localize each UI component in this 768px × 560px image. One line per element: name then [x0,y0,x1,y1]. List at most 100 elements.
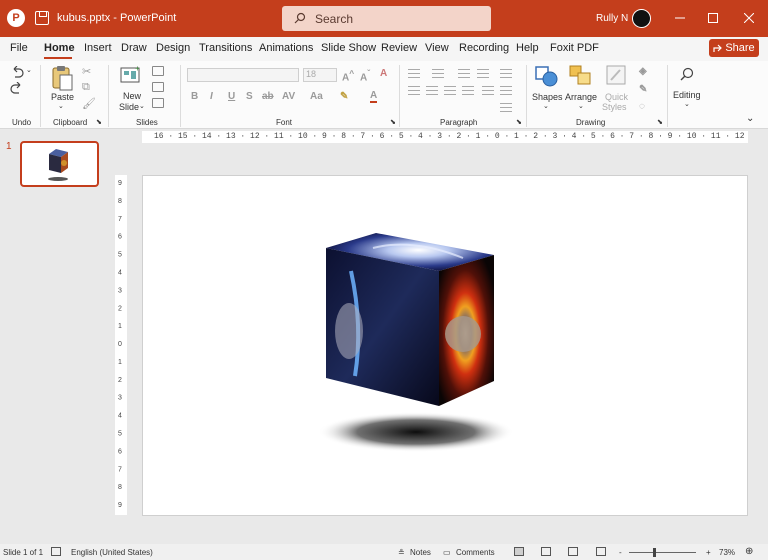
normal-view-icon[interactable] [514,547,524,556]
numbering-icon[interactable] [432,69,444,78]
shapes-icon[interactable] [535,65,559,87]
language-indicator[interactable]: English (United States) [71,548,153,557]
align-right-icon[interactable] [444,86,456,95]
zoom-out-button[interactable]: - [619,548,622,557]
redo-icon[interactable] [10,82,24,94]
underline-button[interactable]: U [228,91,235,102]
collapse-ribbon-icon[interactable]: ⌄ [746,113,754,124]
shrink-font-icon[interactable]: Aˇ [360,68,370,83]
tab-insert[interactable]: Insert [84,42,112,54]
slide-show-icon[interactable] [596,547,606,556]
change-case-button[interactable]: Aa [310,91,323,102]
drawing-launcher-icon[interactable]: ⬊ [657,118,663,126]
increase-indent-icon[interactable] [477,69,489,78]
avatar[interactable] [632,9,651,28]
notes-button[interactable]: Notes [410,548,431,557]
undo-dropdown-icon[interactable]: ⌄ [26,66,32,74]
vertical-ruler[interactable]: 9876543210123456789 [115,175,127,515]
new-slide-label-2[interactable]: Slide [119,102,139,112]
undo-icon[interactable] [10,66,24,78]
tab-view[interactable]: View [425,42,449,54]
format-painter-icon[interactable]: 🖌 [82,97,96,110]
maximize-icon[interactable] [705,10,721,26]
section-icon[interactable] [152,98,164,108]
tab-home[interactable]: Home [44,42,75,54]
tab-review[interactable]: Review [381,42,417,54]
quick-styles-label-2[interactable]: Styles [602,102,627,112]
tab-animations[interactable]: Animations [259,42,313,54]
reading-view-icon[interactable] [568,547,578,556]
tab-file[interactable]: File [10,42,28,54]
tab-draw[interactable]: Draw [121,42,147,54]
shadow-button[interactable]: S [246,91,253,102]
comments-button[interactable]: Comments [456,548,495,557]
tab-slide-show[interactable]: Slide Show [321,42,376,54]
justify-icon[interactable] [462,86,474,95]
arrange-label[interactable]: Arrange [565,92,597,102]
font-launcher-icon[interactable]: ⬊ [390,118,396,126]
slide-thumbnail[interactable] [20,141,99,187]
tab-recording[interactable]: Recording [459,42,509,54]
zoom-slider-thumb[interactable] [653,548,656,557]
zoom-in-button[interactable]: + [706,548,711,557]
paste-dropdown-icon[interactable]: ⌄ [58,102,64,110]
smartart-icon[interactable] [500,103,512,112]
quick-styles-label[interactable]: Quick [605,92,628,102]
save-icon[interactable] [35,11,49,25]
user-name[interactable]: Rully N [596,13,628,24]
font-size-input[interactable]: 18 [303,68,337,82]
layout-icon[interactable] [152,66,164,76]
paste-label[interactable]: Paste [51,92,74,102]
grow-font-icon[interactable]: A^ [342,68,354,83]
slide-info[interactable]: Slide 1 of 1 [3,548,43,557]
find-icon[interactable] [680,67,694,81]
columns-icon[interactable] [482,86,494,95]
accessibility-icon[interactable] [51,547,61,556]
shape-fill-icon[interactable]: ◈ [639,66,647,77]
highlight-icon[interactable]: ✎ [340,91,348,102]
shapes-label[interactable]: Shapes [532,92,563,102]
editing-dropdown-icon[interactable]: ⌄ [684,100,690,108]
close-icon[interactable] [741,10,757,26]
paste-icon[interactable] [51,65,73,91]
italic-button[interactable]: I [210,91,213,102]
font-name-input[interactable] [187,68,299,82]
horizontal-ruler[interactable]: 16 · 15 · 14 · 13 · 12 · 11 · 10 · 9 · 8… [142,131,748,143]
shape-effects-icon[interactable]: ◌ [639,101,645,112]
line-spacing-icon[interactable] [500,69,512,78]
new-slide-dropdown-icon[interactable]: ⌄ [139,102,145,110]
tab-transitions[interactable]: Transitions [199,42,252,54]
slide-canvas[interactable] [142,175,748,516]
tab-design[interactable]: Design [156,42,190,54]
clipboard-launcher-icon[interactable]: ⬊ [96,118,102,126]
strikethrough-button[interactable]: ab [262,91,274,102]
font-color-icon[interactable]: A [370,91,377,103]
align-left-icon[interactable] [408,86,420,95]
zoom-slider[interactable] [629,552,696,553]
notes-icon[interactable]: ≗ [398,548,405,557]
quick-styles-icon[interactable] [606,65,628,87]
cut-icon[interactable]: ✂ [82,65,91,78]
clear-formatting-icon[interactable]: A [380,68,387,79]
decrease-indent-icon[interactable] [458,69,470,78]
tab-foxit-pdf[interactable]: Foxit PDF [550,42,599,54]
zoom-level[interactable]: 73% [719,548,735,557]
bullets-icon[interactable] [408,69,420,78]
character-spacing-button[interactable]: AV [282,91,295,102]
share-button[interactable]: Share [709,39,759,57]
reset-icon[interactable] [152,82,164,92]
arrange-icon[interactable] [569,65,593,87]
bold-button[interactable]: B [191,91,198,102]
new-slide-icon[interactable]: + [120,65,142,85]
align-center-icon[interactable] [426,86,438,95]
search-box[interactable]: Search [282,6,491,31]
comments-icon[interactable]: ▭ [443,548,451,557]
tab-help[interactable]: Help [516,42,539,54]
fit-to-window-icon[interactable]: ⊕ [745,546,753,557]
text-direction-icon[interactable] [500,86,512,95]
shapes-dropdown-icon[interactable]: ⌄ [543,102,549,110]
paragraph-launcher-icon[interactable]: ⬊ [516,118,522,126]
arrange-dropdown-icon[interactable]: ⌄ [578,102,584,110]
shape-outline-icon[interactable]: ✎ [639,84,647,95]
cube-picture[interactable] [143,176,749,517]
